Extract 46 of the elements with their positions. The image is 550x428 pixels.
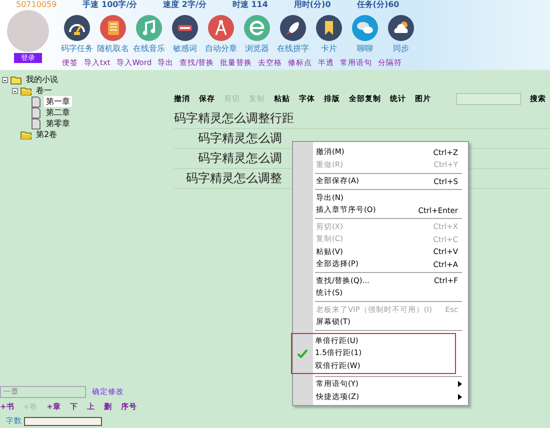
music-note-icon: [136, 15, 162, 41]
toolbar-button[interactable]: 浏览器: [242, 15, 272, 54]
tree-item[interactable]: 卷一: [34, 85, 54, 96]
document-icon: [30, 96, 42, 108]
toolbar-button[interactable]: 自动分章: [206, 15, 236, 54]
stat-text: 时速 114: [232, 0, 268, 10]
toolbar-button[interactable]: 在线拼字: [278, 15, 308, 54]
tree-item[interactable]: 第2卷: [34, 129, 60, 140]
stat-text: 用时(分)0: [294, 0, 331, 10]
gauge-icon: [64, 15, 90, 41]
folder-icon: [10, 74, 22, 86]
score-counter: 50710059: [16, 0, 57, 10]
document-icon: [30, 106, 42, 118]
bookmark-icon: [316, 15, 342, 41]
toolbar-button[interactable]: 随机取名: [98, 15, 128, 54]
tree-item[interactable]: 第二章: [44, 107, 72, 118]
stat-text: 任务(分)60: [356, 0, 400, 10]
stat-text: 手速 100字/分: [82, 0, 138, 10]
collapse-toggle-icon[interactable]: [12, 88, 18, 94]
folder-icon: [20, 84, 32, 96]
toolbar-button[interactable]: 码字任务: [62, 15, 92, 54]
toolbar-button[interactable]: 同步: [386, 15, 416, 54]
collapse-toggle-icon[interactable]: [2, 76, 8, 82]
editor-line: 码字精灵怎么调: [197, 150, 282, 167]
toolbar-button[interactable]: 卡片: [314, 15, 344, 54]
editor-line: 码字精灵怎么调整: [185, 170, 282, 187]
editor-line: 码字精灵怎么调整行距: [174, 110, 294, 127]
toolbar-button[interactable]: 聊聊: [350, 15, 380, 54]
toolbar-button[interactable]: 在线音乐: [134, 15, 164, 54]
chat-bubbles-icon: [352, 15, 378, 41]
tree-item[interactable]: 我的小说: [24, 74, 60, 85]
editor-line: 码字精灵怎么调: [197, 130, 282, 147]
cloud-icon: [388, 15, 414, 41]
search-field[interactable]: [456, 93, 521, 105]
notebook-icon: [100, 15, 126, 41]
toolbar-button[interactable]: 敏感词: [170, 15, 200, 54]
tree-item[interactable]: 第一章: [44, 96, 72, 107]
avatar-silhouette: [7, 10, 49, 52]
stat-text: 速度 2字/分: [163, 0, 206, 10]
minus-icon: [172, 15, 198, 41]
document-icon: [30, 118, 42, 130]
browser-icon: [244, 15, 270, 41]
tree-item[interactable]: 第零章: [44, 118, 72, 129]
checkmark-icon: [296, 348, 308, 358]
compass-icon: [208, 15, 234, 41]
folder-icon: [20, 128, 32, 140]
